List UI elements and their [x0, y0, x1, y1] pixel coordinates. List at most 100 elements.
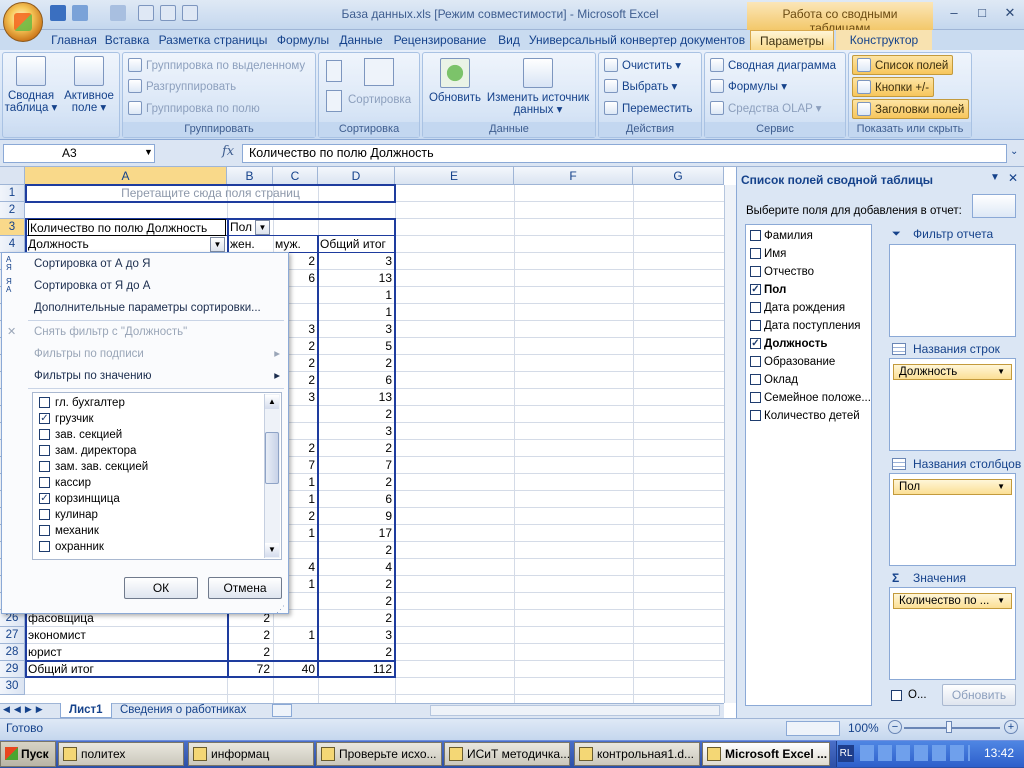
values-field-pill[interactable]: Количество по ... — [893, 593, 1012, 609]
pivot-value-cell[interactable]: 17 — [319, 525, 395, 542]
group-field-button[interactable]: Группировка по полю — [128, 99, 260, 119]
cell-a29[interactable]: Общий итог — [28, 661, 226, 678]
active-field-button[interactable]: Активное поле ▾ — [60, 56, 118, 114]
tray-icons[interactable] — [860, 745, 970, 761]
horizontal-scrollbar[interactable] — [430, 705, 720, 716]
field-checkbox[interactable] — [750, 320, 761, 331]
defer-update-checkbox[interactable] — [891, 690, 902, 701]
cell-c29[interactable]: 40 — [274, 661, 318, 678]
pivot-chart-button[interactable]: Сводная диаграмма — [710, 56, 836, 76]
refresh-button[interactable]: Обновить — [424, 58, 486, 104]
col-header-f[interactable]: F — [514, 167, 633, 185]
pivot-value-cell[interactable]: 4 — [319, 559, 395, 576]
col-header-b[interactable]: B — [227, 167, 273, 185]
filter-checkbox[interactable] — [39, 461, 50, 472]
sheet-tab-list1[interactable]: Лист1 — [60, 703, 112, 718]
scroll-up-icon[interactable]: ▲ — [265, 395, 279, 409]
sort-za-icon[interactable] — [326, 90, 342, 112]
pivot-value-cell[interactable]: 2 — [319, 576, 395, 593]
tab-page-layout[interactable]: Разметка страницы — [154, 30, 272, 50]
row-header[interactable]: 2 — [0, 202, 25, 219]
column-labels-zone[interactable]: Пол — [889, 473, 1016, 566]
minimize-button[interactable]: – — [940, 3, 968, 22]
pivot-value-cell[interactable]: 1 — [319, 304, 395, 321]
field-checkbox[interactable] — [750, 392, 761, 403]
pivot-value-cell[interactable]: 3 — [319, 253, 395, 270]
vertical-scrollbar[interactable] — [724, 185, 736, 703]
pivot-value-cell[interactable]: 3 — [319, 627, 395, 644]
row-header[interactable]: 3 — [0, 219, 25, 236]
layout-options-icon[interactable] — [972, 194, 1016, 218]
pivot-value-cell[interactable]: 2 — [319, 644, 395, 661]
cell-d29[interactable]: 112 — [319, 661, 395, 678]
field-item[interactable]: Оклад — [750, 371, 798, 389]
sort-button[interactable]: Сортировка — [348, 90, 411, 110]
name-box-dropdown-icon[interactable]: ▼ — [144, 147, 153, 157]
pivot-value-cell[interactable]: 2 — [319, 542, 395, 559]
clear-button[interactable]: Очистить ▾ — [604, 56, 681, 76]
filter-item[interactable]: охранник — [39, 539, 104, 555]
formula-input[interactable]: Количество по полю Должность — [242, 144, 1007, 163]
olap-button[interactable]: Средства OLAP ▾ — [710, 99, 822, 119]
pivot-value-cell[interactable]: 2 — [319, 593, 395, 610]
expand-formula-icon[interactable]: ⌄ — [1010, 146, 1018, 157]
pivot-value-cell[interactable]: 13 — [319, 270, 395, 287]
sheet-nav-icons[interactable]: ◀◀▶▶ — [3, 704, 47, 715]
field-checkbox[interactable] — [750, 410, 761, 421]
pivot-value-cell[interactable]: 2 — [319, 406, 395, 423]
menu-value-filters[interactable]: Фильтры по значению ▸ — [2, 365, 288, 387]
taskbar-item[interactable]: информац — [188, 742, 314, 766]
tab-view[interactable]: Вид — [492, 30, 526, 50]
sheet-tab-workers[interactable]: Сведения о работниках — [112, 703, 254, 718]
cell-b29[interactable]: 72 — [229, 661, 273, 678]
pivot-value-cell[interactable]: 5 — [319, 338, 395, 355]
row-header[interactable]: 28 — [0, 644, 25, 661]
values-zone[interactable]: Количество по ... — [889, 587, 1016, 680]
tab-formulas[interactable]: Формулы — [272, 30, 334, 50]
name-box[interactable]: A3 — [3, 144, 155, 163]
taskbar-item[interactable]: Проверьте исхо... — [316, 742, 442, 766]
sort-az-icon[interactable] — [326, 60, 342, 82]
field-checkbox[interactable] — [750, 356, 761, 367]
field-item[interactable]: Дата рождения — [750, 299, 845, 317]
scroll-thumb[interactable] — [265, 432, 279, 484]
tab-constructor[interactable]: Конструктор — [836, 30, 932, 50]
field-checkbox[interactable] — [750, 230, 761, 241]
cell-c4[interactable]: муж. — [275, 236, 317, 253]
col-header-a[interactable]: A — [25, 167, 227, 185]
select-all-corner[interactable] — [0, 167, 25, 185]
menu-sort-more[interactable]: Дополнительные параметры сортировки... — [2, 297, 288, 319]
office-button[interactable] — [3, 2, 43, 42]
filter-checkbox[interactable] — [39, 525, 50, 536]
tab-converter[interactable]: Универсальный конвертер документов — [526, 30, 748, 50]
filter-checkbox[interactable]: ✓ — [39, 413, 50, 424]
quick-print-icon[interactable] — [182, 5, 198, 21]
field-checkbox[interactable] — [750, 266, 761, 277]
select-button[interactable]: Выбрать ▾ — [604, 77, 677, 97]
insert-sheet-icon[interactable] — [272, 704, 292, 717]
menu-sort-za[interactable]: Сортировка от Я до А — [2, 275, 288, 297]
resize-grip-icon[interactable]: ⋰ — [276, 604, 285, 615]
zoom-out-icon[interactable]: − — [888, 720, 902, 734]
ok-button[interactable]: ОК — [124, 577, 198, 599]
row-field-pill[interactable]: Должность — [893, 364, 1012, 380]
tab-home[interactable]: Главная — [48, 30, 100, 50]
report-filter-zone[interactable] — [889, 244, 1016, 337]
pane-close-icon[interactable]: ✕ — [1008, 171, 1018, 185]
taskbar-item[interactable]: контрольная1.d... — [574, 742, 700, 766]
col-header-c[interactable]: C — [273, 167, 318, 185]
filter-item[interactable]: кулинар — [39, 507, 98, 523]
zoom-level[interactable]: 100% — [848, 721, 879, 735]
print-icon[interactable] — [160, 5, 176, 21]
filter-item[interactable]: гл. бухгалтер — [39, 395, 125, 411]
print-preview-icon[interactable] — [138, 5, 154, 21]
column-filter-dropdown-icon[interactable]: ▼ — [255, 220, 270, 235]
zoom-slider-thumb[interactable] — [946, 721, 952, 733]
field-item[interactable]: ✓ Пол — [750, 281, 786, 299]
language-indicator[interactable]: RL — [838, 745, 854, 762]
pivot-value-cell[interactable]: 2 — [319, 474, 395, 491]
pivot-value-cell[interactable]: 7 — [319, 457, 395, 474]
pivot-value-cell[interactable]: 2 — [229, 627, 273, 644]
row-labels-zone[interactable]: Должность — [889, 358, 1016, 451]
row-header[interactable]: 30 — [0, 678, 25, 695]
